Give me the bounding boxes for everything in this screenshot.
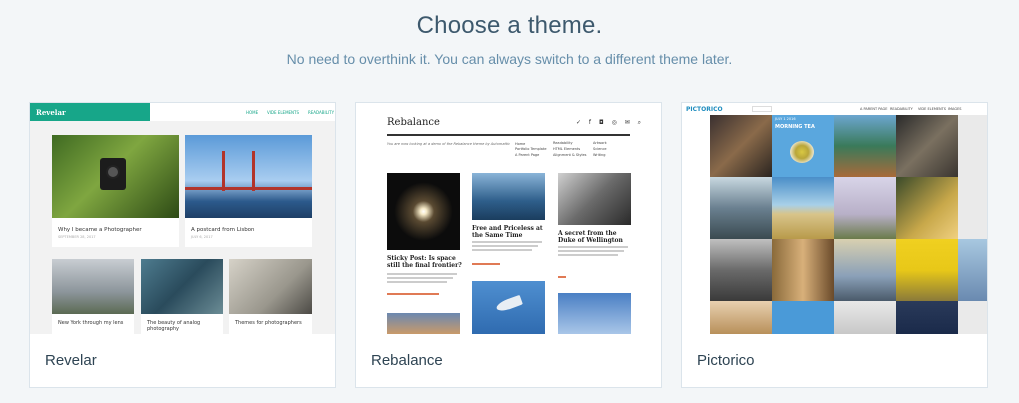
theme-preview-rebalance: Rebalance ✓ f ◘ ◎ ✉ ⌕ You are now lookin… [356, 103, 661, 334]
theme-card-revelar[interactable]: Revelar HOME VIDE ELEMENTS READABILITY W… [29, 102, 336, 388]
theme-name-revelar: Revelar [45, 352, 97, 369]
page-subtitle: No need to overthink it. You can always … [286, 51, 733, 67]
theme-card-rebalance[interactable]: Rebalance ✓ f ◘ ◎ ✉ ⌕ You are now lookin… [355, 102, 662, 388]
page-title: Choose a theme. [416, 12, 603, 39]
theme-name-pictorico: Pictorico [697, 352, 755, 369]
rebalance-logo: Rebalance [387, 117, 440, 128]
theme-name-rebalance: Rebalance [371, 352, 443, 369]
theme-card-pictorico[interactable]: PICTORICO A PARENT PAGE READABILITY VIDE… [681, 102, 988, 388]
theme-preview-pictorico: PICTORICO A PARENT PAGE READABILITY VIDE… [682, 103, 987, 334]
pictorico-logo: PICTORICO [686, 106, 723, 113]
revelar-logo: Revelar [36, 108, 66, 117]
theme-preview-revelar: Revelar HOME VIDE ELEMENTS READABILITY W… [30, 103, 335, 334]
